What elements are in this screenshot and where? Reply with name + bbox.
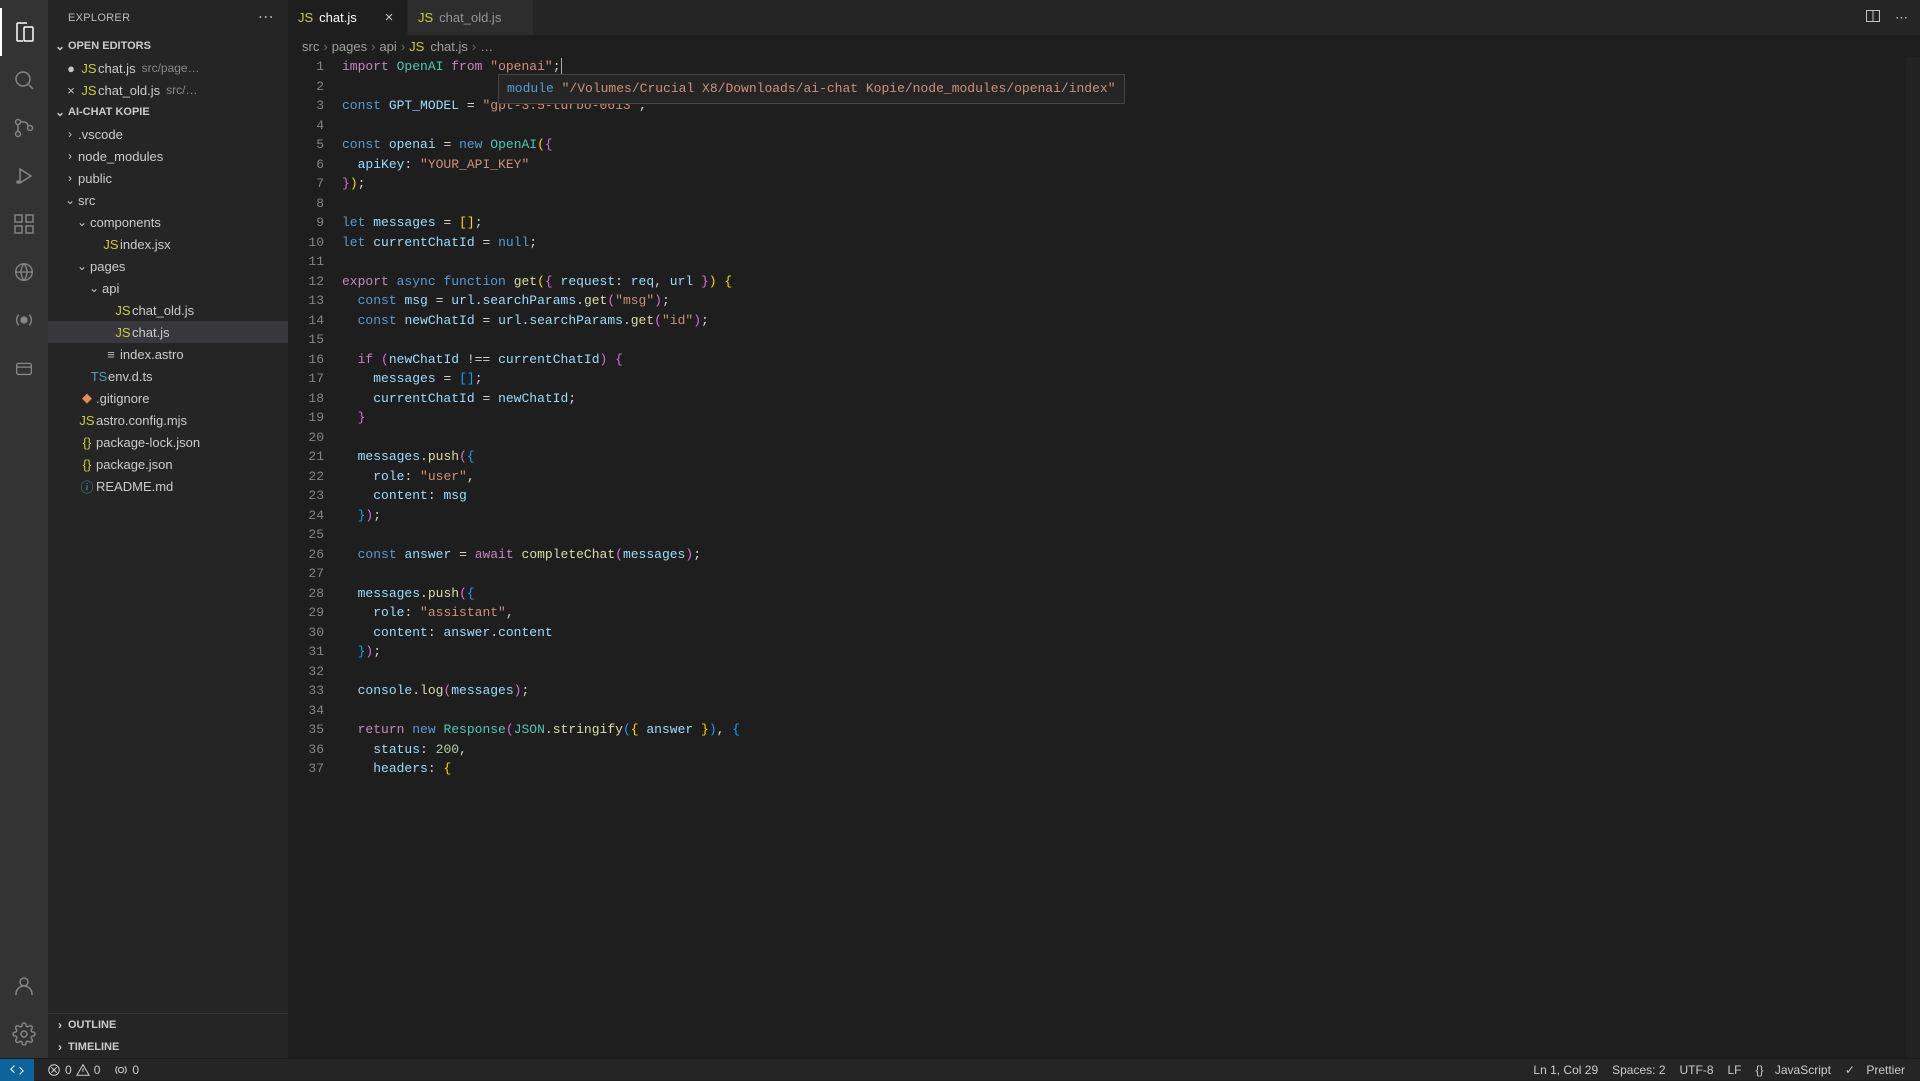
file-icon: TS	[90, 369, 108, 384]
js-icon: JS	[80, 83, 98, 98]
tree-item[interactable]: ◆.gitignore	[48, 387, 288, 409]
timeline-header[interactable]: › TIMELINE	[48, 1036, 288, 1058]
editor-tab[interactable]: JSchat_old.js	[408, 0, 534, 35]
prettier-indicator[interactable]: Prettier	[1838, 1063, 1912, 1077]
chevron-icon: ⌄	[74, 215, 90, 229]
tree-item[interactable]: JSchat_old.js	[48, 299, 288, 321]
chevron-down-icon: ⌄	[52, 105, 68, 119]
live-icon[interactable]	[0, 296, 48, 344]
problems-indicator[interactable]: 0 0	[40, 1063, 107, 1077]
js-icon: JS	[409, 39, 424, 54]
file-icon: ◆	[78, 390, 96, 406]
tree-item[interactable]: ⌄src	[48, 189, 288, 211]
source-control-icon[interactable]	[0, 104, 48, 152]
outline-header[interactable]: › OUTLINE	[48, 1014, 288, 1036]
open-editor-item[interactable]: ●JSchat.jssrc/page…	[48, 57, 288, 79]
explorer-icon[interactable]	[0, 8, 48, 56]
open-editor-item[interactable]: ×JSchat_old.jssrc/…	[48, 79, 288, 101]
db-icon[interactable]	[0, 344, 48, 392]
chevron-icon: ⌄	[74, 259, 90, 273]
more-actions-icon[interactable]: ⋯	[1895, 10, 1908, 26]
js-icon: JS	[80, 61, 98, 76]
search-icon[interactable]	[0, 56, 48, 104]
code-editor[interactable]: 1234567891011121314151617181920212223242…	[288, 57, 1920, 1058]
tree-item[interactable]: JSindex.jsx	[48, 233, 288, 255]
chevron-icon: ›	[62, 127, 78, 141]
indent-indicator[interactable]: Spaces: 2	[1605, 1063, 1672, 1077]
tree-item[interactable]: ≡index.astro	[48, 343, 288, 365]
tree-item[interactable]: {}package-lock.json	[48, 431, 288, 453]
close-icon[interactable]: ×	[381, 9, 397, 26]
file-icon: {}	[78, 457, 96, 472]
eol-indicator[interactable]: LF	[1721, 1063, 1749, 1077]
chevron-icon: ›	[62, 149, 78, 163]
file-icon: JS	[102, 237, 120, 252]
file-icon: {}	[78, 435, 96, 450]
tree-item[interactable]: ⌄components	[48, 211, 288, 233]
extensions-icon[interactable]	[0, 200, 48, 248]
file-icon: ≡	[102, 347, 120, 362]
js-icon: JS	[298, 10, 313, 25]
chevron-right-icon: ›	[52, 1018, 68, 1032]
chevron-icon: ⌄	[86, 281, 102, 295]
file-icon: ⓘ	[78, 477, 96, 496]
accounts-icon[interactable]	[0, 962, 48, 1010]
file-icon: JS	[114, 325, 132, 340]
chevron-icon: ⌄	[62, 193, 78, 207]
tree-item[interactable]: JSastro.config.mjs	[48, 409, 288, 431]
tree-item[interactable]: ⌄api	[48, 277, 288, 299]
editor-area: JSchat.js×JSchat_old.js ⋯ src› pages› ap…	[288, 0, 1920, 1058]
explorer-title: EXPLORER	[68, 12, 258, 24]
tab-bar: JSchat.js×JSchat_old.js ⋯	[288, 0, 1920, 35]
language-indicator[interactable]: {} JavaScript	[1749, 1063, 1838, 1077]
editor-tab[interactable]: JSchat.js×	[288, 0, 408, 35]
file-icon: JS	[114, 303, 132, 318]
activity-bar	[0, 0, 48, 1058]
tree-item[interactable]: ⌄pages	[48, 255, 288, 277]
tree-item[interactable]: ›public	[48, 167, 288, 189]
dirty-dot-icon[interactable]: ●	[62, 61, 80, 76]
close-icon[interactable]: ×	[62, 83, 80, 98]
tree-item[interactable]: JSchat.js	[48, 321, 288, 343]
explorer-sidebar: EXPLORER ⋯ ⌄ OPEN EDITORS ●JSchat.jssrc/…	[48, 0, 288, 1058]
gear-icon[interactable]	[0, 1010, 48, 1058]
cursor-position[interactable]: Ln 1, Col 29	[1526, 1063, 1605, 1077]
open-editors-header[interactable]: ⌄ OPEN EDITORS	[48, 35, 288, 57]
ports-indicator[interactable]: 0	[107, 1063, 146, 1077]
project-header[interactable]: ⌄ AI-CHAT KOPIE	[48, 101, 288, 123]
chevron-down-icon: ⌄	[52, 39, 68, 53]
split-editor-icon[interactable]	[1865, 8, 1881, 27]
tree-item[interactable]: ›node_modules	[48, 145, 288, 167]
tree-item[interactable]: TSenv.d.ts	[48, 365, 288, 387]
tree-item[interactable]: {}package.json	[48, 453, 288, 475]
remote-icon[interactable]	[0, 248, 48, 296]
js-icon: JS	[418, 10, 433, 25]
encoding-indicator[interactable]: UTF-8	[1673, 1063, 1721, 1077]
chevron-icon: ›	[62, 171, 78, 185]
breadcrumbs[interactable]: src› pages› api› JS chat.js› …	[288, 35, 1920, 57]
run-debug-icon[interactable]	[0, 152, 48, 200]
file-icon: JS	[78, 413, 96, 428]
hover-tooltip: module "/Volumes/Crucial X8/Downloads/ai…	[498, 74, 1125, 104]
remote-indicator[interactable]	[0, 1059, 34, 1081]
tree-item[interactable]: ›.vscode	[48, 123, 288, 145]
chevron-right-icon: ›	[52, 1040, 68, 1054]
minimap[interactable]	[1906, 57, 1920, 1058]
explorer-more-icon[interactable]: ⋯	[258, 10, 274, 26]
tree-item[interactable]: ⓘREADME.md	[48, 475, 288, 497]
status-bar: 0 0 0 Ln 1, Col 29 Spaces: 2 UTF-8 LF {}…	[0, 1058, 1920, 1080]
